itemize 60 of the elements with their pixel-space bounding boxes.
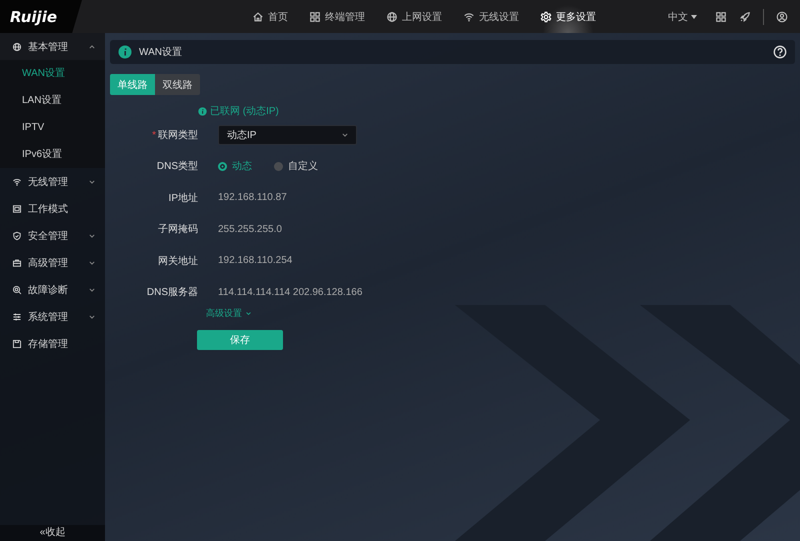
gear-icon bbox=[540, 10, 552, 22]
page-title: WAN设置 bbox=[139, 46, 183, 59]
connection-status: 已联网 (动态IP) bbox=[210, 104, 279, 118]
field-value: 114.114.114.114 202.96.128.166 bbox=[218, 286, 362, 298]
shield-icon bbox=[12, 230, 22, 240]
qr-grid-icon bbox=[715, 10, 727, 22]
floppy-icon bbox=[12, 338, 22, 348]
field-label: IP地址 bbox=[168, 192, 198, 204]
field-label: 网关地址 bbox=[158, 256, 198, 267]
radio-option[interactable]: 动态 bbox=[218, 159, 252, 174]
field-value: 255.255.255.0 bbox=[218, 224, 282, 235]
field-value: 192.168.110.87 bbox=[218, 192, 287, 204]
globe-icon bbox=[386, 10, 398, 22]
sidebar-item[interactable]: 故障诊断 bbox=[0, 276, 105, 303]
nav-tab[interactable]: 首页 bbox=[250, 0, 290, 33]
radio-option[interactable]: 自定义 bbox=[274, 159, 318, 174]
sliders-icon bbox=[12, 312, 22, 322]
sidebar-item[interactable]: 基本管理 bbox=[0, 33, 105, 60]
collapse-link[interactable]: «收起 bbox=[40, 527, 66, 538]
wifi-icon bbox=[463, 10, 475, 22]
nav-tab[interactable]: 终端管理 bbox=[307, 0, 367, 33]
user-icon bbox=[776, 10, 788, 22]
sidebar-item[interactable]: 系统管理 bbox=[0, 303, 105, 330]
field-label: DNS服务器 bbox=[146, 287, 198, 298]
line-tab[interactable]: 双线路 bbox=[155, 74, 200, 95]
magnifier-icon bbox=[12, 284, 22, 294]
nav-tab[interactable]: 上网设置 bbox=[384, 0, 444, 33]
field-value: 192.168.110.254 bbox=[218, 255, 292, 266]
language-dropdown[interactable]: 中文 bbox=[662, 8, 703, 24]
sidebar-subitem[interactable]: IPv6设置 bbox=[0, 141, 105, 168]
connection-type-select[interactable]: 动态IP bbox=[218, 124, 357, 145]
toolbox-icon bbox=[12, 258, 22, 268]
sidebar-item[interactable]: 存储管理 bbox=[0, 330, 105, 357]
sidebar-item[interactable]: 工作模式 bbox=[0, 195, 105, 222]
qr-grid-button[interactable] bbox=[715, 10, 727, 22]
sidebar-item[interactable]: 无线管理 bbox=[0, 168, 105, 195]
grid-icon bbox=[309, 10, 321, 22]
info-icon bbox=[118, 45, 132, 59]
nav-tab[interactable]: 无线设置 bbox=[461, 0, 521, 33]
rocket-button[interactable] bbox=[739, 10, 751, 22]
window-icon bbox=[12, 204, 22, 214]
info-icon bbox=[198, 106, 207, 116]
sidebar-item[interactable]: 高级管理 bbox=[0, 249, 105, 276]
sidebar-subitem[interactable]: IPTV bbox=[0, 114, 105, 141]
field-label: 子网掩码 bbox=[158, 224, 198, 236]
rocket-icon bbox=[739, 10, 751, 22]
sidebar-subitem[interactable]: LAN设置 bbox=[0, 87, 105, 114]
sidebar-subitem[interactable]: WAN设置 bbox=[0, 60, 105, 87]
advanced-settings-link[interactable]: 高级设置 bbox=[206, 307, 253, 320]
brand-logo[interactable]: Ruijie bbox=[0, 0, 82, 33]
wifi-icon bbox=[12, 176, 22, 186]
home-icon bbox=[252, 10, 264, 22]
field-label: * 联网类型 bbox=[152, 130, 198, 141]
globe-icon bbox=[12, 42, 22, 52]
field-label: DNS类型 bbox=[156, 161, 198, 172]
help-icon bbox=[773, 45, 787, 59]
user-button[interactable] bbox=[776, 10, 788, 22]
caret-icon bbox=[691, 14, 697, 18]
help-button[interactable] bbox=[773, 45, 787, 59]
sidebar-item[interactable]: 安全管理 bbox=[0, 222, 105, 249]
